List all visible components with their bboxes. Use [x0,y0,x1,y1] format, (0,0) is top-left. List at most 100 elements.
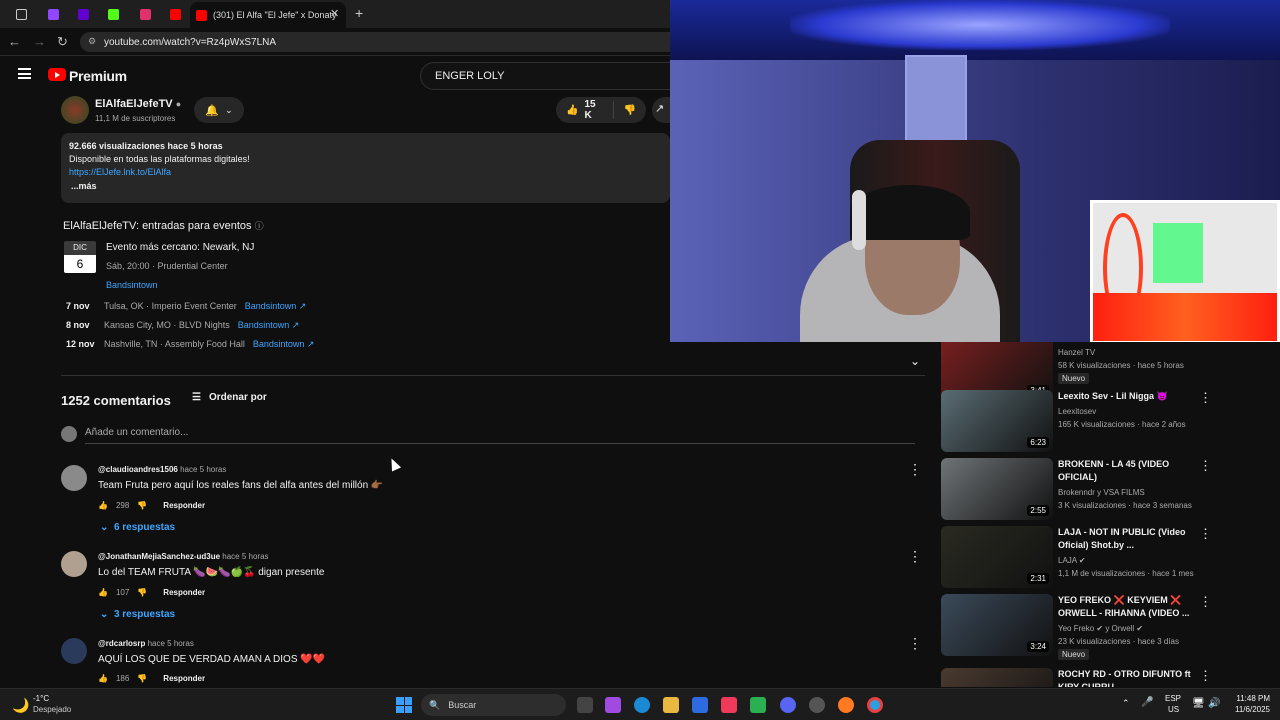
event-provider-link[interactable]: Bandsintown ↗ [238,320,300,339]
tab-active[interactable]: (301) El Alfa "El Jefe" x Donaty [190,2,346,28]
store-icon[interactable] [692,697,708,713]
video-title[interactable]: YEO FREKO ❌ KEYVIEM ❌ ORWELL - RIHANNA (… [1058,594,1208,620]
tray-chevron-icon[interactable]: ⌃ [1122,698,1130,709]
menu-icon[interactable] [18,68,31,79]
thumbs-up-icon[interactable]: 👍 [98,588,108,597]
description-link[interactable]: https://ElJefe.lnk.to/ElAlfa [69,167,171,177]
reload-icon[interactable]: ↻ [57,34,68,50]
more-options-icon[interactable]: ⋮ [1199,458,1212,474]
more-options-icon[interactable]: ⋮ [908,635,922,652]
event-row[interactable]: 7 nov Tulsa, OK · Imperio Event Center Ban… [66,301,314,320]
reply-button[interactable]: Responder [163,501,205,510]
event-provider-link[interactable]: Bandsintown ↗ [245,301,307,320]
replies-toggle[interactable]: ⌄ 6 respuestas [100,522,175,533]
channel-avatar[interactable] [61,96,89,124]
video-channel[interactable]: Leexitosev [1058,405,1096,418]
thumbs-down-icon[interactable]: 👎 [137,501,147,510]
video-title[interactable]: Leexito Sev - Lil Nigga 😈 [1058,390,1208,403]
comment-avatar[interactable] [61,465,87,491]
sort-button[interactable]: ☰ Ordenar por [192,392,267,403]
video-title[interactable]: LAJA - NOT IN PUBLIC (Video Oficial) Sho… [1058,526,1208,552]
recommendation-item[interactable]: 6:23 Leexito Sev - Lil Nigga 😈 Leexitosev 1… [941,390,1261,452]
share-button[interactable]: ↗ [652,97,670,123]
collapse-chevron-icon[interactable]: ⌄ [910,354,920,368]
video-thumbnail[interactable]: 3:24 [941,594,1053,656]
more-options-icon[interactable]: ⋮ [1199,668,1212,684]
mic-icon[interactable]: 🎤 [1141,697,1153,708]
info-icon[interactable]: ⓘ [255,221,264,231]
youtube-logo-icon[interactable] [48,68,66,81]
tab-twitch[interactable] [42,4,64,24]
thumbs-up-icon[interactable]: 👍 [98,501,108,510]
more-options-icon[interactable]: ⋮ [908,461,922,478]
thumbs-down-icon[interactable]: 👎 [137,674,147,683]
network-icon[interactable]: 🖥 [1192,698,1205,709]
copilot-icon[interactable] [605,697,621,713]
video-thumbnail[interactable]: 2:31 [941,526,1053,588]
dislike-button[interactable]: 👎 [614,105,646,116]
recommendation-item[interactable]: ROCHY RD - OTRO DIFUNTO ft KIRY CURRU ⋮ [941,668,1261,687]
discord-icon[interactable] [780,697,796,713]
app-b-icon[interactable] [750,697,766,713]
tab-instagram[interactable] [134,4,156,24]
more-options-icon[interactable]: ⋮ [1199,594,1212,610]
task-view-icon[interactable] [577,697,593,713]
next-event-provider[interactable]: Bandsintown [106,280,158,290]
thumbs-down-icon[interactable]: 👎 [137,588,147,597]
add-comment-input[interactable]: Añade un comentario... [85,427,915,444]
tab-kick[interactable] [102,4,124,24]
video-thumbnail[interactable]: 2:55 [941,458,1053,520]
comment-author[interactable]: @rdcarlosrp hace 5 horas [98,639,194,648]
clock-time[interactable]: 11:48 PM [1232,694,1270,703]
site-info-icon[interactable]: ⚙ [88,36,96,47]
video-channel[interactable]: Yeo Freko ✔ y Orwell ✔ [1058,622,1143,635]
video-title[interactable]: BROKENN - LA 45 (VIDEO OFICIAL) [1058,458,1208,484]
more-options-icon[interactable]: ⋮ [908,548,922,565]
tab-youtube[interactable] [164,4,186,24]
search-input[interactable]: ENGER LOLY [420,62,670,90]
tab-yahoo[interactable] [72,4,94,24]
url-field[interactable]: ⚙ youtube.com/watch?v=Rz4pWxS7LNA [80,32,670,52]
reply-button[interactable]: Responder [163,588,205,597]
windows-start-icon[interactable] [396,697,412,713]
channel-name[interactable]: ElAlfaElJefeTV ● [95,98,181,110]
event-row[interactable]: 12 nov Nashville, TN · Assembly Food Hall… [66,339,314,358]
description-box[interactable]: 92.666 visualizaciones hace 5 horas Disp… [61,133,670,203]
volume-icon[interactable]: 🔊 [1208,698,1220,709]
recommendation-item[interactable]: 2:55 BROKENN - LA 45 (VIDEO OFICIAL) Broke… [941,458,1261,520]
recommendation-item[interactable]: 2:31 LAJA - NOT IN PUBLIC (Video Oficial)… [941,526,1261,588]
moon-icon[interactable]: 🌙 [12,697,29,714]
replies-toggle[interactable]: ⌄ 3 respuestas [100,609,175,620]
like-button[interactable]: 👍 15 K [556,99,614,121]
show-more-button[interactable]: ...más [71,181,97,191]
obs-icon[interactable] [809,697,825,713]
lang-top[interactable]: ESP [1165,694,1181,703]
video-channel[interactable]: LAJA ✔ [1058,554,1086,567]
close-tab-icon[interactable]: ✕ [330,7,339,20]
thumbs-up-icon[interactable]: 👍 [98,674,108,683]
recommendation-item[interactable]: 3:24 YEO FREKO ❌ KEYVIEM ❌ ORWELL - RIHAN… [941,594,1261,660]
firefox-icon[interactable] [838,697,854,713]
file-explorer-icon[interactable] [663,697,679,713]
new-tab-icon[interactable]: + [355,5,363,21]
comment-avatar[interactable] [61,551,87,577]
comment-author[interactable]: @claudioandres1506 hace 5 horas [98,465,226,474]
comment-author[interactable]: @JonathanMejiaSanchez-ud3ue hace 5 horas [98,552,269,561]
edge-icon[interactable] [634,697,650,713]
more-options-icon[interactable]: ⋮ [1199,390,1212,406]
video-channel[interactable]: Hanzel TV [1058,346,1095,359]
event-row[interactable]: 8 nov Kansas City, MO · BLVD Nights Bandsi… [66,320,314,339]
more-options-icon[interactable]: ⋮ [1199,526,1212,542]
next-event-title[interactable]: Evento más cercano: Newark, NJ [106,242,254,253]
video-channel[interactable]: Brokenndr y VSA FILMS [1058,486,1145,499]
taskbar-search[interactable]: 🔍 Buscar [421,694,566,716]
music-icon[interactable] [721,697,737,713]
chrome-icon[interactable] [867,697,883,713]
notification-bell-button[interactable]: 🔔 ⌄ [194,97,244,123]
tab-tiktok[interactable] [10,4,32,24]
event-provider-link[interactable]: Bandsintown ↗ [253,339,315,358]
video-thumbnail[interactable] [941,668,1053,687]
video-title[interactable]: ROCHY RD - OTRO DIFUNTO ft KIRY CURRU [1058,668,1208,687]
comment-avatar[interactable] [61,638,87,664]
premium-logo[interactable]: Premium [69,68,127,84]
